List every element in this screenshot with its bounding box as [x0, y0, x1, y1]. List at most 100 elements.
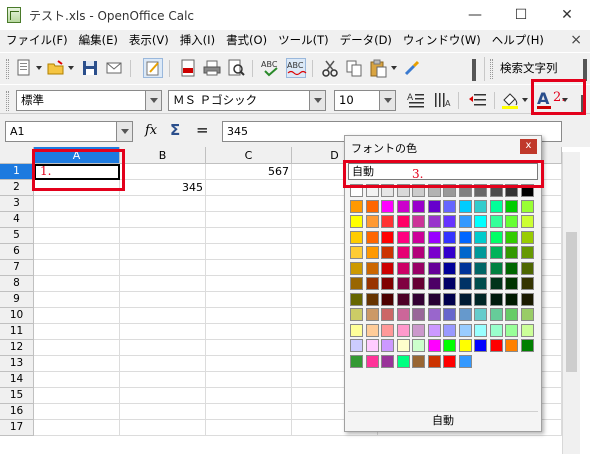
- function-wizard-icon[interactable]: fx: [145, 123, 157, 138]
- row-header-16[interactable]: 16: [0, 404, 34, 420]
- grid-cell[interactable]: [206, 276, 292, 292]
- color-swatch[interactable]: [443, 277, 456, 290]
- color-swatch[interactable]: [412, 354, 425, 368]
- row-header-14[interactable]: 14: [0, 372, 34, 388]
- color-swatch[interactable]: [458, 230, 472, 244]
- paste-dropdown-icon[interactable]: [391, 66, 397, 70]
- insert-caption-icon[interactable]: [468, 90, 488, 110]
- color-swatch[interactable]: [365, 230, 379, 244]
- color-swatch[interactable]: [474, 246, 487, 259]
- column-header-c[interactable]: C: [206, 147, 292, 164]
- font-size-dropdown-icon[interactable]: [379, 91, 395, 110]
- grid-cell[interactable]: [120, 244, 206, 260]
- row-header-2[interactable]: 2: [0, 180, 34, 196]
- cut-icon[interactable]: [320, 58, 340, 78]
- color-swatch[interactable]: [412, 277, 425, 290]
- color-swatch[interactable]: [474, 277, 487, 290]
- column-header-b[interactable]: B: [120, 147, 206, 164]
- color-swatch[interactable]: [427, 354, 441, 368]
- color-swatch[interactable]: [412, 199, 425, 213]
- grid-cell[interactable]: [120, 324, 206, 340]
- vertical-scrollbar[interactable]: [562, 152, 580, 454]
- grid-cell[interactable]: [120, 420, 206, 436]
- color-swatch[interactable]: [474, 215, 487, 228]
- select-all-corner[interactable]: [0, 147, 34, 164]
- color-swatch[interactable]: [412, 246, 425, 259]
- color-swatch[interactable]: [365, 199, 379, 213]
- color-swatch[interactable]: [412, 215, 425, 228]
- color-swatch[interactable]: [489, 215, 503, 228]
- color-swatch[interactable]: [427, 339, 441, 352]
- color-swatch[interactable]: [505, 323, 518, 337]
- menu-insert[interactable]: 挿入(I): [174, 30, 220, 50]
- open-folder-icon[interactable]: [46, 58, 66, 78]
- edit-mode-icon[interactable]: [143, 58, 163, 78]
- color-swatch[interactable]: [350, 199, 363, 213]
- row-header-9[interactable]: 9: [0, 292, 34, 308]
- close-window-button[interactable]: ✕: [544, 0, 590, 30]
- save-icon[interactable]: [80, 58, 100, 78]
- color-swatch[interactable]: [474, 292, 487, 306]
- color-swatch[interactable]: [412, 339, 425, 352]
- color-swatch[interactable]: [443, 354, 456, 368]
- row-header-5[interactable]: 5: [0, 228, 34, 244]
- grid-cell[interactable]: [206, 228, 292, 244]
- menu-edit[interactable]: 編集(E): [73, 30, 123, 50]
- name-box[interactable]: A1: [5, 121, 133, 142]
- grid-cell[interactable]: [206, 356, 292, 372]
- color-swatch[interactable]: [350, 230, 363, 244]
- color-swatch[interactable]: [365, 246, 379, 259]
- grid-cell[interactable]: [34, 292, 120, 308]
- color-swatch[interactable]: [365, 277, 379, 290]
- color-swatch[interactable]: [427, 292, 441, 306]
- grid-cell[interactable]: [206, 372, 292, 388]
- color-swatch[interactable]: [381, 354, 394, 368]
- color-swatch[interactable]: [396, 339, 410, 352]
- color-swatch[interactable]: [520, 230, 534, 244]
- color-swatch[interactable]: [520, 215, 534, 228]
- close-document-icon[interactable]: ×: [570, 32, 582, 48]
- color-swatch[interactable]: [381, 261, 394, 275]
- background-color-icon[interactable]: [500, 90, 520, 110]
- color-swatch[interactable]: [443, 246, 456, 259]
- color-swatch[interactable]: [520, 246, 534, 259]
- color-swatch[interactable]: [350, 277, 363, 290]
- grid-cell[interactable]: [34, 372, 120, 388]
- color-swatch[interactable]: [458, 246, 472, 259]
- color-swatch[interactable]: [474, 230, 487, 244]
- color-swatch[interactable]: [505, 230, 518, 244]
- color-swatch[interactable]: [427, 246, 441, 259]
- row-header-6[interactable]: 6: [0, 244, 34, 260]
- grid-cell[interactable]: [120, 404, 206, 420]
- grid-cell[interactable]: [120, 372, 206, 388]
- color-swatch[interactable]: [396, 230, 410, 244]
- menu-tools[interactable]: ツール(T): [272, 30, 334, 50]
- color-swatch[interactable]: [443, 292, 456, 306]
- color-swatch[interactable]: [365, 308, 379, 321]
- color-swatch[interactable]: [489, 230, 503, 244]
- row-header-4[interactable]: 4: [0, 212, 34, 228]
- color-swatch[interactable]: [474, 308, 487, 321]
- row-header-8[interactable]: 8: [0, 276, 34, 292]
- row-header-15[interactable]: 15: [0, 388, 34, 404]
- paste-icon[interactable]: [368, 58, 388, 78]
- grid-cell[interactable]: [206, 292, 292, 308]
- color-swatch[interactable]: [489, 339, 503, 352]
- email-icon[interactable]: [104, 58, 124, 78]
- color-swatch[interactable]: [443, 199, 456, 213]
- color-swatch[interactable]: [505, 292, 518, 306]
- color-swatch[interactable]: [458, 323, 472, 337]
- color-swatch[interactable]: [350, 215, 363, 228]
- menu-window[interactable]: ウィンドウ(W): [397, 30, 486, 50]
- color-swatch[interactable]: [474, 339, 487, 352]
- color-swatch[interactable]: [396, 199, 410, 213]
- color-swatch[interactable]: [381, 230, 394, 244]
- font-name-dropdown-icon[interactable]: [309, 91, 325, 110]
- color-swatch[interactable]: [520, 199, 534, 213]
- color-swatch[interactable]: [412, 230, 425, 244]
- text-direction-vertical-icon[interactable]: A: [432, 90, 452, 110]
- grid-cell[interactable]: [34, 388, 120, 404]
- color-swatch[interactable]: [520, 339, 534, 352]
- color-swatch[interactable]: [381, 339, 394, 352]
- color-swatch[interactable]: [396, 308, 410, 321]
